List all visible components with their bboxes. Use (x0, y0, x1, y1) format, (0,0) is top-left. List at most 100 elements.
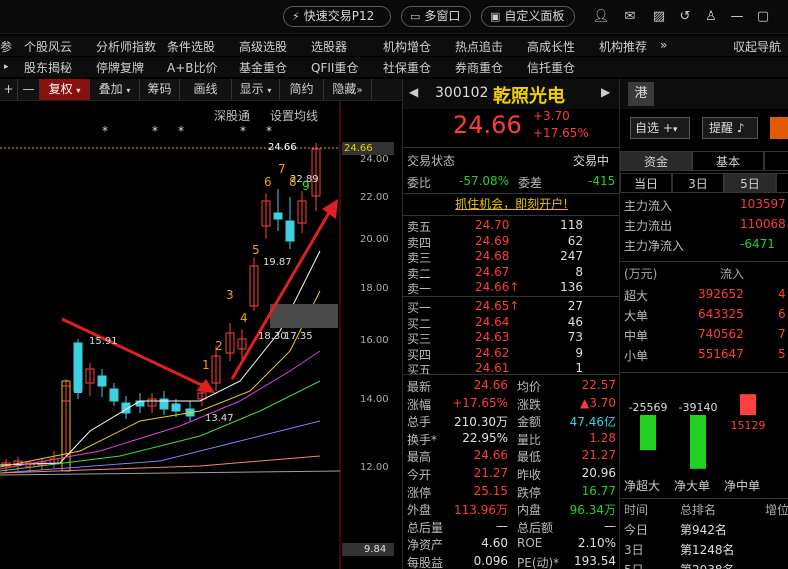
menu-item[interactable]: 分析师指数 (96, 38, 156, 55)
menu-item[interactable]: 参 (0, 38, 12, 55)
minimize-icon[interactable]: — (728, 8, 746, 26)
stat-row: 最新 24.66 均价 22.57 (403, 377, 620, 395)
size-label: 大单 (624, 309, 649, 323)
fuquan-dropdown[interactable]: 复权 ▾ (40, 79, 90, 100)
next-stock-icon[interactable]: ▶ (601, 85, 610, 99)
order-level: 卖一 (407, 282, 432, 296)
menu-item[interactable]: 基金重仓 (239, 59, 287, 76)
double-arrow-icon: » (356, 85, 363, 96)
custom-panel-button[interactable]: ▣ 自定义面板 (481, 6, 575, 27)
image-icon[interactable]: ▨ (650, 8, 668, 26)
stat-row: 涨幅 +17.65% 涨跌 ▲3.70 (403, 395, 620, 413)
tab-funds[interactable]: 资金 (620, 151, 692, 171)
menu-item[interactable]: 机构增仓 (383, 38, 431, 55)
period-3d[interactable]: 3日 (672, 173, 724, 193)
menu-item[interactable]: 高成长性 (527, 38, 575, 55)
expand-icon[interactable]: ▸ (4, 62, 9, 72)
user-icon[interactable]: 👤︎ (592, 8, 610, 26)
dropdown-arrow-icon: ▾ (76, 86, 81, 95)
menu-item[interactable]: 股东揭秘 (24, 59, 72, 76)
menu-item[interactable]: 停牌复牌 (96, 59, 144, 76)
lightning-icon: ⚡ (292, 10, 300, 23)
size-label: 小单 (624, 349, 649, 363)
rank-row: 3日 第1248名 (620, 540, 788, 558)
rank-row: 5日 第2038名 (620, 560, 788, 569)
multi-window-button[interactable]: ▭ 多窗口 (401, 6, 471, 27)
stat-value: ▲3.70 (580, 395, 616, 410)
star-icon: * (152, 124, 158, 138)
kline-svg: * * * * * (0, 101, 341, 569)
size-tail: 4 (778, 287, 786, 301)
remind-button[interactable]: 提醒 ♪ (702, 117, 758, 139)
price-axis-label: 22.00 (360, 192, 389, 203)
rank-value: 第942名 (680, 523, 727, 537)
draw-button[interactable]: 画线 (180, 79, 232, 100)
collapse-nav-button[interactable]: 収起导航 (733, 38, 781, 55)
wave-label: 2 (215, 339, 223, 353)
display-dropdown[interactable]: 显示 ▾ (232, 79, 280, 100)
kline-chart[interactable]: 深股通 设置均线 * * * * * 24.66 24.00 22.00 20.00 1… (0, 101, 402, 569)
watchlist-button[interactable]: 自选 +▾ (630, 117, 690, 139)
maximize-icon[interactable]: ▢ (754, 8, 772, 26)
menu-item[interactable]: 选股器 (311, 38, 347, 55)
hk-tag[interactable]: 港 (628, 82, 654, 106)
candle-body (273, 212, 283, 220)
zoom-out-button[interactable]: — (18, 79, 40, 100)
candle-body (109, 388, 119, 402)
trade-button[interactable] (770, 117, 788, 139)
menu-item[interactable]: 券商重仓 (455, 59, 503, 76)
chips-button[interactable]: 筹码 (140, 79, 180, 100)
stat-row: 换手* 22.95% 量比 1.28 (403, 430, 620, 448)
stat-row: 总后量 — 总后额 — (403, 518, 620, 536)
wave-label: 9 (302, 179, 310, 193)
order-volume: 136 (560, 280, 583, 294)
stats-table: 最新 24.66 均价 22.57 涨幅 +17.65% 涨跌 ▲3.70 总手 210.30万金… (403, 377, 620, 569)
period-today[interactable]: 当日 (620, 173, 672, 193)
menu-item[interactable]: 个股风云 (24, 38, 72, 55)
wave-label: 3 (226, 288, 234, 302)
prev-stock-icon[interactable]: ◀ (409, 85, 418, 99)
menu-item[interactable]: 热点追击 (455, 38, 503, 55)
menu-item[interactable]: 条件选股 (167, 38, 215, 55)
funds-toolbar: 港 (620, 79, 788, 109)
chart-toolbar: + — 复权 ▾ 叠加 ▾ 筹码 画线 显示 ▾ 简约 隐藏» (0, 79, 402, 101)
concise-button[interactable]: 简约 (280, 79, 324, 100)
shirt-icon[interactable]: ♙ (702, 8, 720, 26)
tab-more[interactable] (764, 151, 788, 171)
quick-trade-button[interactable]: ⚡ 快速交易P12 (283, 6, 391, 27)
mail-icon[interactable]: ✉ (621, 8, 639, 26)
period-more[interactable] (776, 173, 788, 193)
order-price: 24.65↑ (475, 299, 520, 313)
open-account-link[interactable]: 抓住机会，即刻开户! (403, 195, 620, 213)
stat-label: 净资产 (407, 538, 444, 553)
stat-label: 每股益 (407, 556, 444, 569)
menu-item[interactable]: 高级选股 (239, 38, 287, 55)
period-5d[interactable]: 5日 (724, 173, 776, 193)
flow-label: 主力流出 (624, 219, 673, 233)
hide-button[interactable]: 隐藏» (324, 79, 372, 100)
stat-label: 内盘 (517, 503, 542, 518)
stat-label: 最新 (407, 380, 432, 394)
stat-label: 涨幅 (407, 397, 432, 412)
menu-item[interactable]: 机构推荐 (599, 38, 647, 55)
stat-label: 涨停 (407, 485, 432, 500)
price-annotation: 13.47 (205, 413, 234, 424)
zoom-in-button[interactable]: + (0, 79, 18, 100)
stat-label: 外盘 (407, 503, 432, 518)
tab-basic[interactable]: 基本 (692, 151, 764, 171)
menu-item[interactable]: QFII重仓 (311, 59, 358, 76)
stock-code: 300102 (435, 85, 489, 101)
net-flow-bar (640, 415, 656, 451)
menu-item[interactable]: 社保重仓 (383, 59, 431, 76)
menu-item[interactable]: 信托重仓 (527, 59, 575, 76)
flow-row: 主力净流入 -6471 (620, 236, 788, 254)
back-icon[interactable]: ↺ (676, 8, 694, 26)
stat-value: +17.65% (452, 395, 508, 410)
menu-item[interactable]: A+B比价 (167, 59, 218, 76)
more-menu-icon[interactable]: » (660, 38, 667, 52)
order-price: 24.61 (475, 361, 510, 375)
net-flow-label: 净中单 (724, 479, 761, 493)
order-price: 24.68 (475, 249, 510, 263)
stat-label: ROE (517, 536, 543, 551)
overlay-dropdown[interactable]: 叠加 ▾ (90, 79, 140, 100)
